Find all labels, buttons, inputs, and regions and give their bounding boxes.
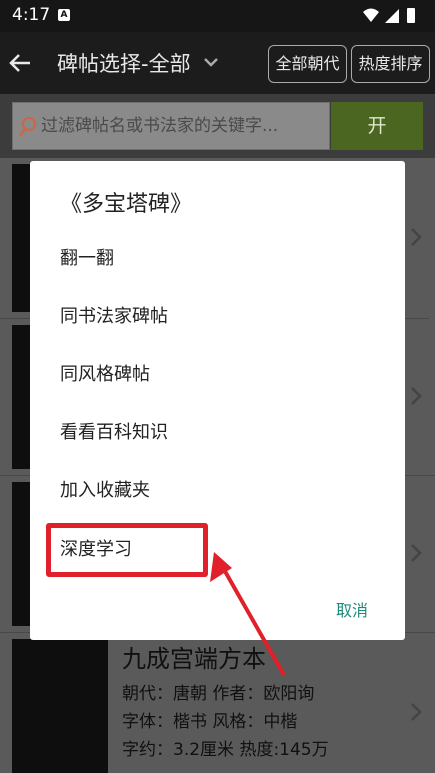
annotation-arrow — [210, 552, 286, 676]
